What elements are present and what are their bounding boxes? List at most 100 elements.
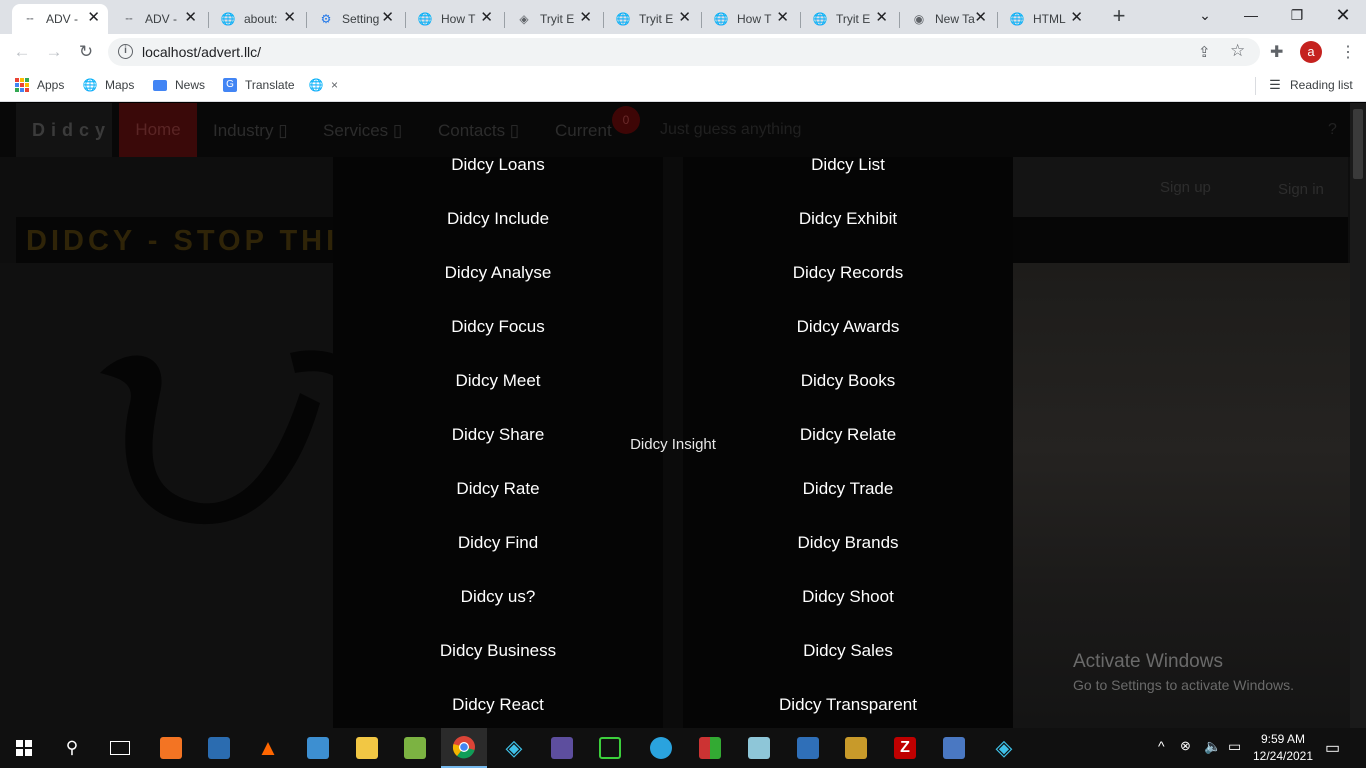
close-tab-icon[interactable]: ✕ bbox=[480, 10, 493, 26]
vlc-icon[interactable]: ▲ bbox=[254, 734, 282, 762]
close-tab-icon[interactable]: ✕ bbox=[87, 10, 100, 26]
search-icon[interactable]: ⚲ bbox=[58, 734, 86, 762]
reading-list-button[interactable]: ☰ Reading list bbox=[1267, 76, 1353, 94]
mega-menu-item[interactable]: Didcy Business bbox=[333, 641, 663, 661]
mega-menu-item[interactable]: Didcy Awards bbox=[683, 317, 1013, 337]
language-icon[interactable]: ▭ bbox=[1228, 738, 1241, 755]
mega-menu-item[interactable]: Didcy Meet bbox=[333, 371, 663, 391]
bookmark-translate[interactable]: G Translate bbox=[222, 76, 295, 94]
mega-menu-item[interactable]: Didcy Include bbox=[333, 209, 663, 229]
notepad-plus-icon[interactable] bbox=[401, 734, 429, 762]
mega-menu-item[interactable]: Didcy Loans bbox=[333, 155, 663, 175]
winrar-icon[interactable] bbox=[696, 734, 724, 762]
browser-tab[interactable]: ⚙ Setting ✕ bbox=[308, 4, 402, 34]
back-button[interactable]: ← bbox=[10, 40, 34, 64]
address-bar[interactable]: i localhost/advert.llc/ ⇪ ☆ bbox=[108, 38, 1260, 66]
browser-tab[interactable]: 🌐 HTML ✕ bbox=[999, 4, 1091, 34]
close-tab-icon[interactable]: ✕ bbox=[678, 10, 691, 26]
mega-menu-insight-link[interactable]: Didcy Insight bbox=[600, 436, 746, 453]
mega-menu-item[interactable]: Didcy Books bbox=[683, 371, 1013, 391]
package-icon[interactable] bbox=[842, 734, 870, 762]
mega-menu-item[interactable]: Didcy us? bbox=[333, 587, 663, 607]
bookmark-apps[interactable]: Apps bbox=[14, 76, 64, 94]
chrome-taskbar-icon[interactable] bbox=[441, 728, 487, 768]
control-panel-icon[interactable] bbox=[304, 734, 332, 762]
close-tab-icon[interactable]: ✕ bbox=[776, 10, 789, 26]
bookmark-star-icon[interactable]: ☆ bbox=[1230, 41, 1245, 61]
nav-current[interactable]: Current bbox=[555, 121, 612, 141]
profile-avatar[interactable]: a bbox=[1300, 41, 1322, 63]
browser-tab[interactable]: 🌐 How T ✕ bbox=[703, 4, 797, 34]
browser-tab[interactable]: ╌ ADV - ✕ bbox=[111, 4, 205, 34]
page-scrollbar[interactable] bbox=[1350, 103, 1366, 728]
browser-tab[interactable]: ╌ ADV - ✕ bbox=[12, 4, 108, 34]
nav-services[interactable]: Services ▯ bbox=[323, 121, 402, 141]
browser-tab[interactable]: 🌐 How T ✕ bbox=[407, 4, 501, 34]
filezilla-icon[interactable]: Z bbox=[891, 734, 919, 762]
telegram-icon[interactable] bbox=[647, 734, 675, 762]
forward-button[interactable]: → bbox=[42, 40, 66, 64]
mega-menu-item[interactable]: Didcy List bbox=[683, 155, 1013, 175]
mega-menu-item[interactable]: Didcy Transparent bbox=[683, 695, 1013, 715]
mega-menu-item[interactable]: Didcy Rate bbox=[333, 479, 663, 499]
site-search-input[interactable]: Just guess anything bbox=[660, 121, 801, 139]
signin-link[interactable]: Sign in bbox=[1278, 181, 1324, 198]
mega-menu-item[interactable]: Didcy Shoot bbox=[683, 587, 1013, 607]
extensions-puzzle-icon[interactable]: ✚ bbox=[1270, 42, 1283, 62]
nav-home[interactable]: Home bbox=[119, 103, 197, 157]
mega-menu-item[interactable]: Didcy Analyse bbox=[333, 263, 663, 283]
maximize-button[interactable]: ❐ bbox=[1274, 0, 1320, 30]
system-clock[interactable]: 9:59 AM 12/24/2021 bbox=[1248, 731, 1318, 765]
notifications-icon[interactable]: ▭ bbox=[1325, 738, 1340, 758]
app-grid-icon[interactable] bbox=[548, 734, 576, 762]
network-app-icon[interactable] bbox=[940, 734, 968, 762]
sourcetree-icon[interactable]: ◈ bbox=[500, 734, 528, 762]
site-info-icon[interactable]: i bbox=[118, 44, 133, 59]
file-explorer-icon[interactable] bbox=[353, 734, 381, 762]
scrollbar-thumb[interactable] bbox=[1353, 109, 1363, 179]
help-icon[interactable]: ? bbox=[1328, 121, 1337, 139]
mega-menu-item[interactable]: Didcy Sales bbox=[683, 641, 1013, 661]
task-view-icon[interactable] bbox=[106, 734, 134, 762]
media-player-icon[interactable] bbox=[205, 734, 233, 762]
signup-link[interactable]: Sign up bbox=[1160, 179, 1211, 196]
browser-tab[interactable]: 🌐 Tryit E ✕ bbox=[605, 4, 699, 34]
new-tab-button[interactable]: + bbox=[1108, 5, 1130, 27]
site-brand[interactable]: Didcy bbox=[16, 103, 112, 157]
bookmark-maps[interactable]: 🌐 Maps bbox=[82, 76, 135, 94]
tab-search-button[interactable]: ⌄ bbox=[1182, 0, 1228, 30]
browser-tab[interactable]: 🌐 about: ✕ bbox=[210, 4, 304, 34]
bookmark-unnamed[interactable]: 🌐 × bbox=[308, 76, 339, 94]
xampp-icon[interactable] bbox=[157, 734, 185, 762]
close-tab-icon[interactable]: ✕ bbox=[1070, 10, 1083, 26]
network-status-icon[interactable]: ⊗ bbox=[1180, 738, 1191, 754]
mega-menu-item[interactable]: Didcy Find bbox=[333, 533, 663, 553]
browser-tab[interactable]: ◈ Tryit E ✕ bbox=[506, 4, 600, 34]
share-icon[interactable]: ⇪ bbox=[1198, 43, 1211, 61]
terminal-icon[interactable] bbox=[596, 734, 624, 762]
rdp-icon[interactable] bbox=[794, 734, 822, 762]
close-tab-icon[interactable]: ✕ bbox=[875, 10, 888, 26]
url-text[interactable]: localhost/advert.llc/ bbox=[142, 44, 261, 60]
close-window-button[interactable]: ✕ bbox=[1320, 0, 1366, 30]
bookmark-news[interactable]: News bbox=[152, 76, 205, 94]
browser-tab[interactable]: 🌐 Tryit E ✕ bbox=[802, 4, 896, 34]
close-tab-icon[interactable]: ✕ bbox=[974, 10, 987, 26]
volume-icon[interactable]: 🔈 bbox=[1204, 738, 1221, 755]
tray-chevron-icon[interactable]: ^ bbox=[1158, 738, 1165, 754]
close-tab-icon[interactable]: ✕ bbox=[283, 10, 296, 26]
mega-menu-item[interactable]: Didcy Brands bbox=[683, 533, 1013, 553]
nav-contacts[interactable]: Contacts ▯ bbox=[438, 121, 519, 141]
mega-menu-item[interactable]: Didcy Focus bbox=[333, 317, 663, 337]
notes-icon[interactable] bbox=[745, 734, 773, 762]
sourcetree-icon-2[interactable]: ◈ bbox=[990, 734, 1018, 762]
close-tab-icon[interactable]: ✕ bbox=[579, 10, 592, 26]
close-tab-icon[interactable]: ✕ bbox=[184, 10, 197, 26]
nav-industry[interactable]: Industry ▯ bbox=[213, 121, 288, 141]
minimize-button[interactable]: — bbox=[1228, 0, 1274, 30]
windows-start-icon[interactable] bbox=[10, 734, 38, 762]
close-tab-icon[interactable]: ✕ bbox=[381, 10, 394, 26]
mega-menu-item[interactable]: Didcy React bbox=[333, 695, 663, 715]
mega-menu-item[interactable]: Didcy Records bbox=[683, 263, 1013, 283]
mega-menu-item[interactable]: Didcy Exhibit bbox=[683, 209, 1013, 229]
